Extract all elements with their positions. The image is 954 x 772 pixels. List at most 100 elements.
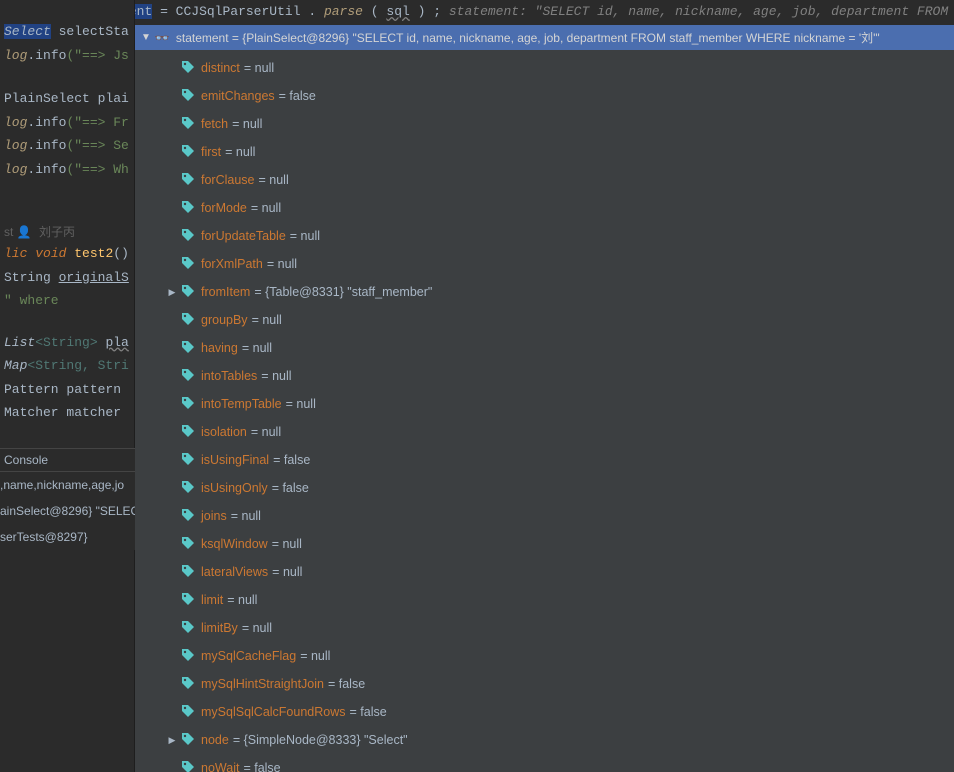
field-tag-icon (181, 676, 195, 693)
code-line-1[interactable]: Statement statement = CCJSqlParserUtil .… (0, 0, 954, 24)
field-value: = null (227, 593, 257, 607)
code-line-2[interactable]: Select selectSta (0, 20, 134, 44)
field-tag-icon (181, 480, 195, 497)
debug-evaluate-popup: ▼ 👓 statement = {PlainSelect@8296} "SELE… (135, 25, 954, 772)
field-value: = null (242, 621, 272, 635)
field-row-node[interactable]: ▶ node = {SimpleNode@8333} "Select" (135, 726, 954, 754)
code-top-line: Statement statement = CCJSqlParserUtil .… (0, 0, 954, 24)
field-name: fetch (201, 117, 228, 131)
field-row-limitBy[interactable]: limitBy = null (135, 614, 954, 642)
field-row-forClause[interactable]: forClause = null (135, 166, 954, 194)
console-tab[interactable]: Console (0, 448, 135, 472)
type-token: PlainSelect (4, 91, 90, 106)
field-row-noWait[interactable]: noWait = false (135, 754, 954, 772)
code-line-matcher[interactable]: Matcher matcher (0, 401, 134, 425)
field-name: mySqlCacheFlag (201, 649, 296, 663)
code-line-3[interactable]: log.info("==> Js (0, 44, 134, 68)
field-tag-icon (181, 60, 195, 77)
field-name: isUsingOnly (201, 481, 268, 495)
field-value: = null (242, 341, 272, 355)
field-name: emitChanges (201, 89, 275, 103)
code-line-map[interactable]: Map<String, Stri (0, 354, 134, 378)
field-name: isUsingFinal (201, 453, 269, 467)
method-token: parse (324, 4, 363, 19)
field-value: = false (279, 89, 316, 103)
field-value: = null (251, 425, 281, 439)
field-name: fromItem (201, 285, 250, 299)
field-name: ksqlWindow (201, 537, 268, 551)
code-line-pattern[interactable]: Pattern pattern (0, 378, 134, 402)
field-name: first (201, 145, 221, 159)
field-name: intoTables (201, 369, 257, 383)
code-line-6[interactable]: log.info("==> Fr (0, 111, 134, 135)
field-row-isUsingOnly[interactable]: isUsingOnly = false (135, 474, 954, 502)
field-tag-icon (181, 704, 195, 721)
code-line-test[interactable]: lic void test2() (0, 242, 134, 266)
field-tag-icon (181, 648, 195, 665)
field-row-having[interactable]: having = null (135, 334, 954, 362)
field-name: lateralViews (201, 565, 268, 579)
field-tag-icon (181, 564, 195, 581)
field-row-joins[interactable]: joins = null (135, 502, 954, 530)
code-line-5[interactable]: PlainSelect plai (0, 87, 134, 111)
field-value: = false (328, 677, 365, 691)
field-list: distinct = nullemitChanges = falsefetch … (135, 50, 954, 772)
field-tag-icon (181, 144, 195, 161)
code-line-where[interactable]: " where (0, 289, 134, 313)
field-row-fetch[interactable]: fetch = null (135, 110, 954, 138)
field-row-mySqlCacheFlag[interactable]: mySqlCacheFlag = null (135, 642, 954, 670)
field-row-intoTempTable[interactable]: intoTempTable = null (135, 390, 954, 418)
field-row-lateralViews[interactable]: lateralViews = null (135, 558, 954, 586)
var-token: selectSta (59, 24, 129, 39)
eq-token: = (160, 4, 176, 19)
field-row-forMode[interactable]: forMode = null (135, 194, 954, 222)
field-name: groupBy (201, 313, 248, 327)
field-value: = null (252, 313, 282, 327)
field-value: = null (231, 509, 261, 523)
field-tag-icon (181, 424, 195, 441)
field-row-ksqlWindow[interactable]: ksqlWindow = null (135, 530, 954, 558)
field-name: isolation (201, 425, 247, 439)
field-row-isolation[interactable]: isolation = null (135, 418, 954, 446)
field-name: limitBy (201, 621, 238, 635)
class-token: CCJSqlParserUtil (176, 4, 301, 19)
field-value: = null (290, 229, 320, 243)
field-name: forUpdateTable (201, 229, 286, 243)
field-tag-icon (181, 620, 195, 637)
watch-glasses-icon: 👓 (155, 31, 170, 45)
field-row-distinct[interactable]: distinct = null (135, 54, 954, 82)
field-row-first[interactable]: first = null (135, 138, 954, 166)
param-token: sql (386, 4, 409, 19)
popup-header[interactable]: ▼ 👓 statement = {PlainSelect@8296} "SELE… (135, 25, 954, 50)
field-tag-icon (181, 368, 195, 385)
field-row-groupBy[interactable]: groupBy = null (135, 306, 954, 334)
code-line-list[interactable]: List<String> pla (0, 331, 134, 355)
field-value: = null (267, 257, 297, 271)
field-row-limit[interactable]: limit = null (135, 586, 954, 614)
field-row-emitChanges[interactable]: emitChanges = false (135, 82, 954, 110)
field-tag-icon (181, 396, 195, 413)
field-row-forUpdateTable[interactable]: forUpdateTable = null (135, 222, 954, 250)
collapse-arrow-icon[interactable]: ▼ (141, 32, 151, 43)
inline-hint: statement: "SELECT id, name, nickname, a… (449, 4, 954, 19)
field-tag-icon (181, 760, 195, 772)
field-tag-icon (181, 200, 195, 217)
code-line-8[interactable]: log.info("==> Wh (0, 158, 134, 182)
field-tag-icon (181, 284, 195, 301)
field-name: joins (201, 509, 227, 523)
field-value: = {SimpleNode@8333} "Select" (233, 733, 408, 747)
expand-arrow-icon[interactable]: ▶ (165, 287, 179, 298)
field-tag-icon (181, 536, 195, 553)
field-row-fromItem[interactable]: ▶fromItem = {Table@8331} "staff_member" (135, 278, 954, 306)
field-row-forXmlPath[interactable]: forXmlPath = null (135, 250, 954, 278)
field-name: node (201, 733, 229, 747)
field-row-mySqlSqlCalcFoundRows[interactable]: mySqlSqlCalcFoundRows = false (135, 698, 954, 726)
field-value: = null (225, 145, 255, 159)
field-row-intoTables[interactable]: intoTables = null (135, 362, 954, 390)
field-row-isUsingFinal[interactable]: isUsingFinal = false (135, 446, 954, 474)
code-line-7[interactable]: log.info("==> Se (0, 134, 134, 158)
expand-arrow-icon[interactable]: ▶ (165, 735, 179, 746)
field-value: = null (272, 565, 302, 579)
code-line-string[interactable]: String originalS (0, 266, 134, 290)
field-row-mySqlHintStraightJoin[interactable]: mySqlHintStraightJoin = false (135, 670, 954, 698)
